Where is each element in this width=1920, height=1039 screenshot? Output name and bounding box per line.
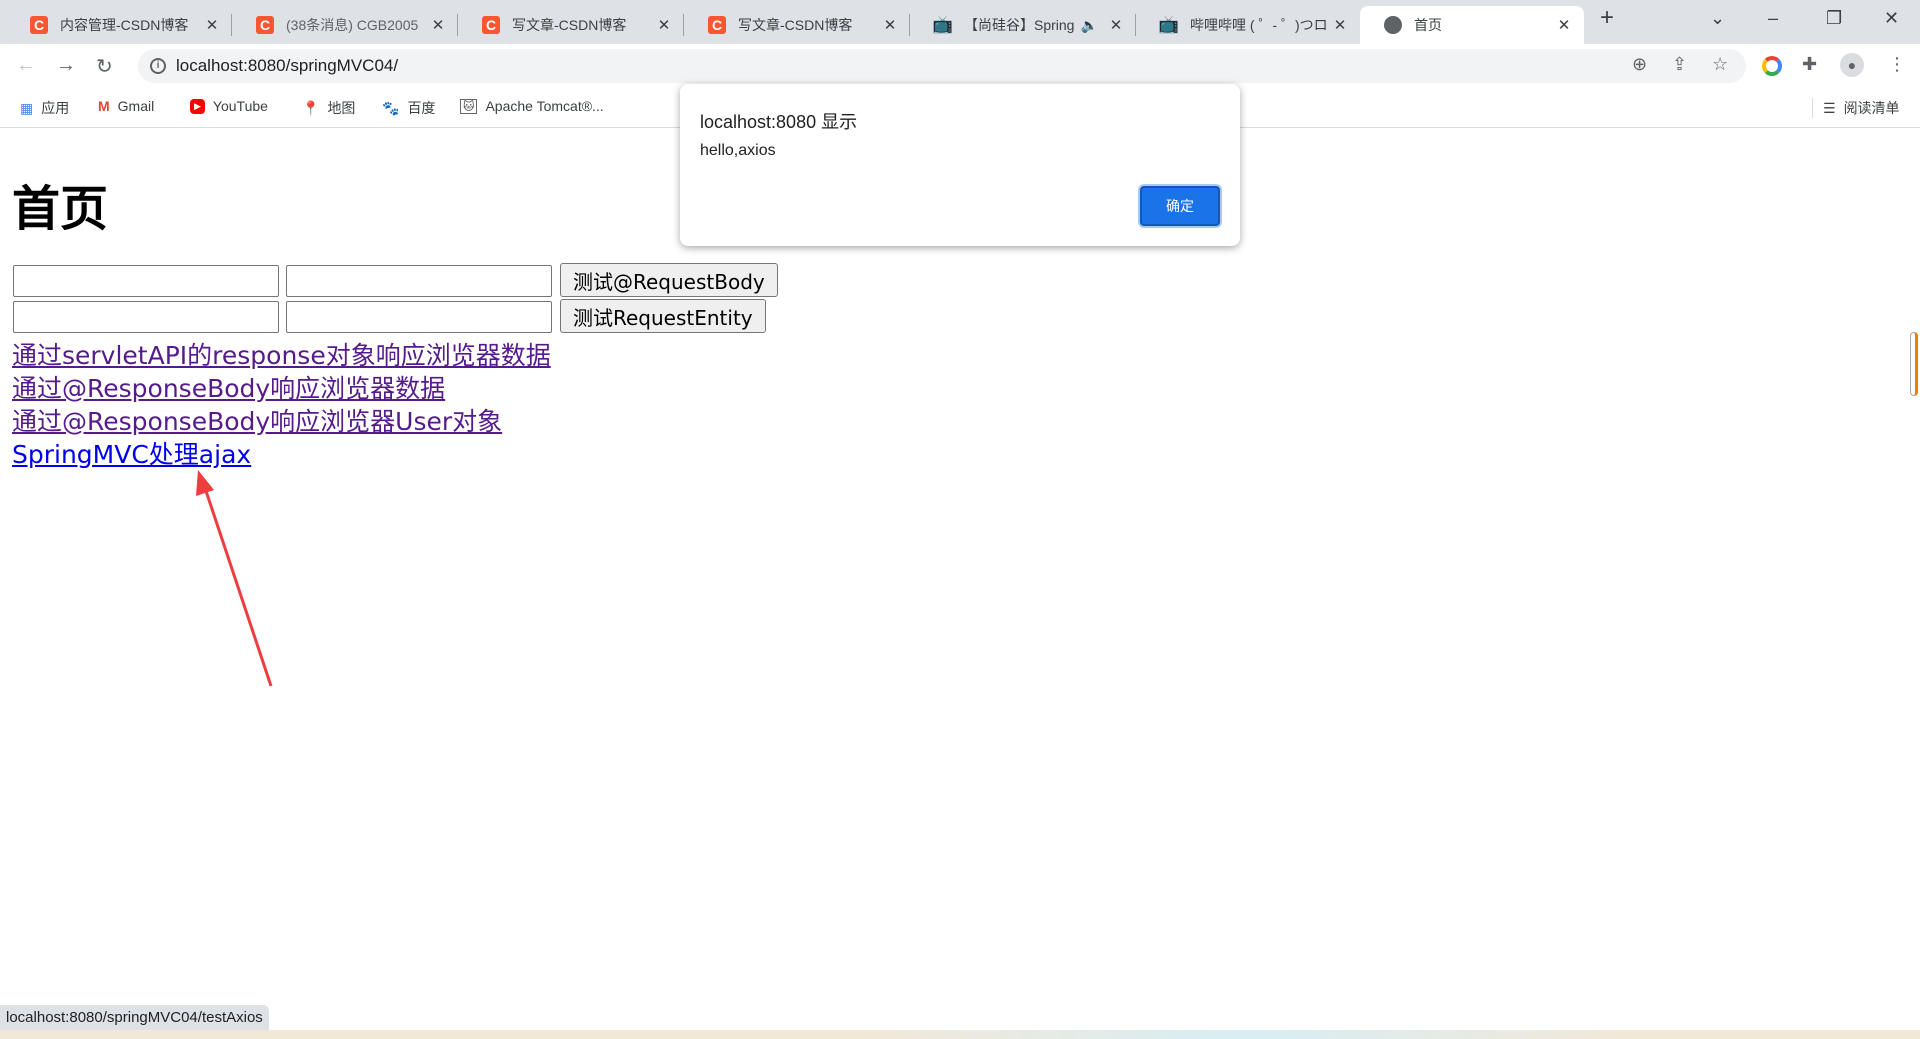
dialog-message: hello,axios (700, 142, 776, 159)
scrollbar[interactable] (1910, 332, 1918, 396)
status-bar-url: localhost:8080/springMVC04/testAxios (0, 1005, 269, 1030)
taskbar (0, 1030, 1920, 1039)
alert-dialog: localhost:8080 显示 hello,axios 确定 (680, 84, 1240, 246)
ok-button[interactable]: 确定 (1140, 186, 1220, 226)
dialog-title: localhost:8080 显示 (700, 112, 858, 132)
